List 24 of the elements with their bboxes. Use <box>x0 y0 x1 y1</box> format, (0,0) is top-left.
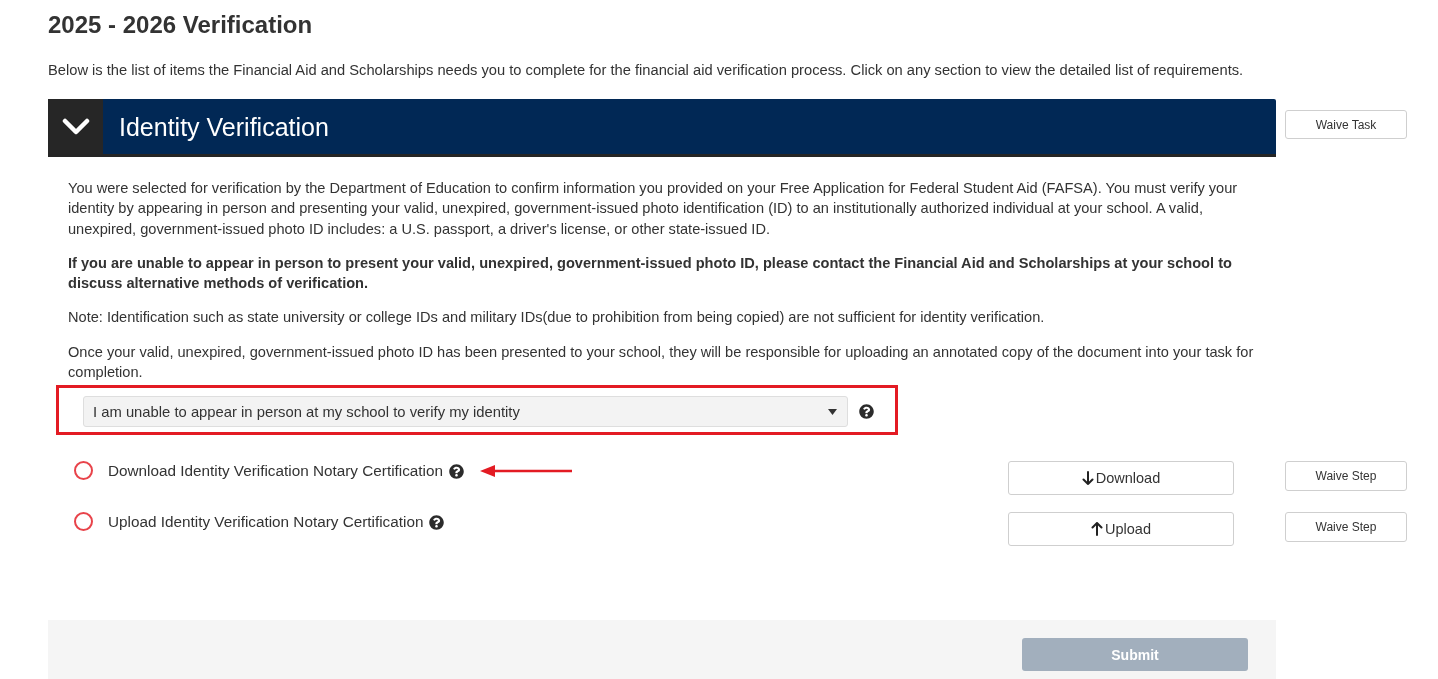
section-title[interactable]: Identity Verification <box>119 110 329 143</box>
intro-text: Below is the list of items the Financial Aid and Scholarships needs you to complete for the financial aid verification process. Click on any section to view the detailed list of requirements. <box>48 61 1245 80</box>
waive-step-button[interactable]: Waive Step <box>1285 461 1407 492</box>
arrow-up-icon <box>1091 522 1103 537</box>
help-icon[interactable] <box>429 514 445 530</box>
download-button[interactable]: Download <box>1008 461 1234 496</box>
radio-circle-icon[interactable] <box>74 512 93 532</box>
collapse-button[interactable] <box>48 99 103 154</box>
help-icon[interactable] <box>449 463 464 479</box>
step-label: Download Identity Verification Notary Certification <box>108 461 443 482</box>
instruction-text: Once your valid, unexpired, government-issued photo ID has been presented to your school, they will be responsible for uploading an annotated copy of the document into your task for completion. <box>68 342 1255 383</box>
help-icon[interactable] <box>859 404 874 420</box>
arrow-down-icon <box>1081 471 1094 486</box>
instruction-text: You were selected for verification by the Department of Education to confirm information you provided on your Free Application for Federal Student Aid (FAFSA). You must verify your identity by appearing in person and presenting your valid, unexpired, government-issued photo identification (ID) to an institutionally authorized individual at your school. A valid, unexpired, government-issued photo ID includes: a U.S. passport, a driver's license, or other state-issued ID. <box>68 179 1239 239</box>
waive-task-button[interactable]: Waive Task <box>1285 110 1407 139</box>
instruction-text: Note: Identification such as state university or college IDs and military IDs(due to prohibition from being copied) are not sufficient for identity verification. <box>68 308 1046 328</box>
radio-circle-icon[interactable] <box>74 461 93 481</box>
dropdown[interactable]: I am unable to appear in person at my school to verify my identity <box>83 396 848 428</box>
instruction-text: If you are unable to appear in person to present your valid, unexpired, government-issued photo ID, please contact the Financial Aid and Scholarships at your school to discuss alternative methods of verification. <box>68 253 1233 294</box>
upload-button[interactable]: Upload <box>1008 512 1234 547</box>
caret-icon <box>828 408 837 415</box>
page-title: 2025 - 2026 Verification <box>48 10 314 40</box>
step-label: Upload Identity Verification Notary Certification <box>108 512 424 533</box>
waive-step-button[interactable]: Waive Step <box>1285 512 1407 543</box>
